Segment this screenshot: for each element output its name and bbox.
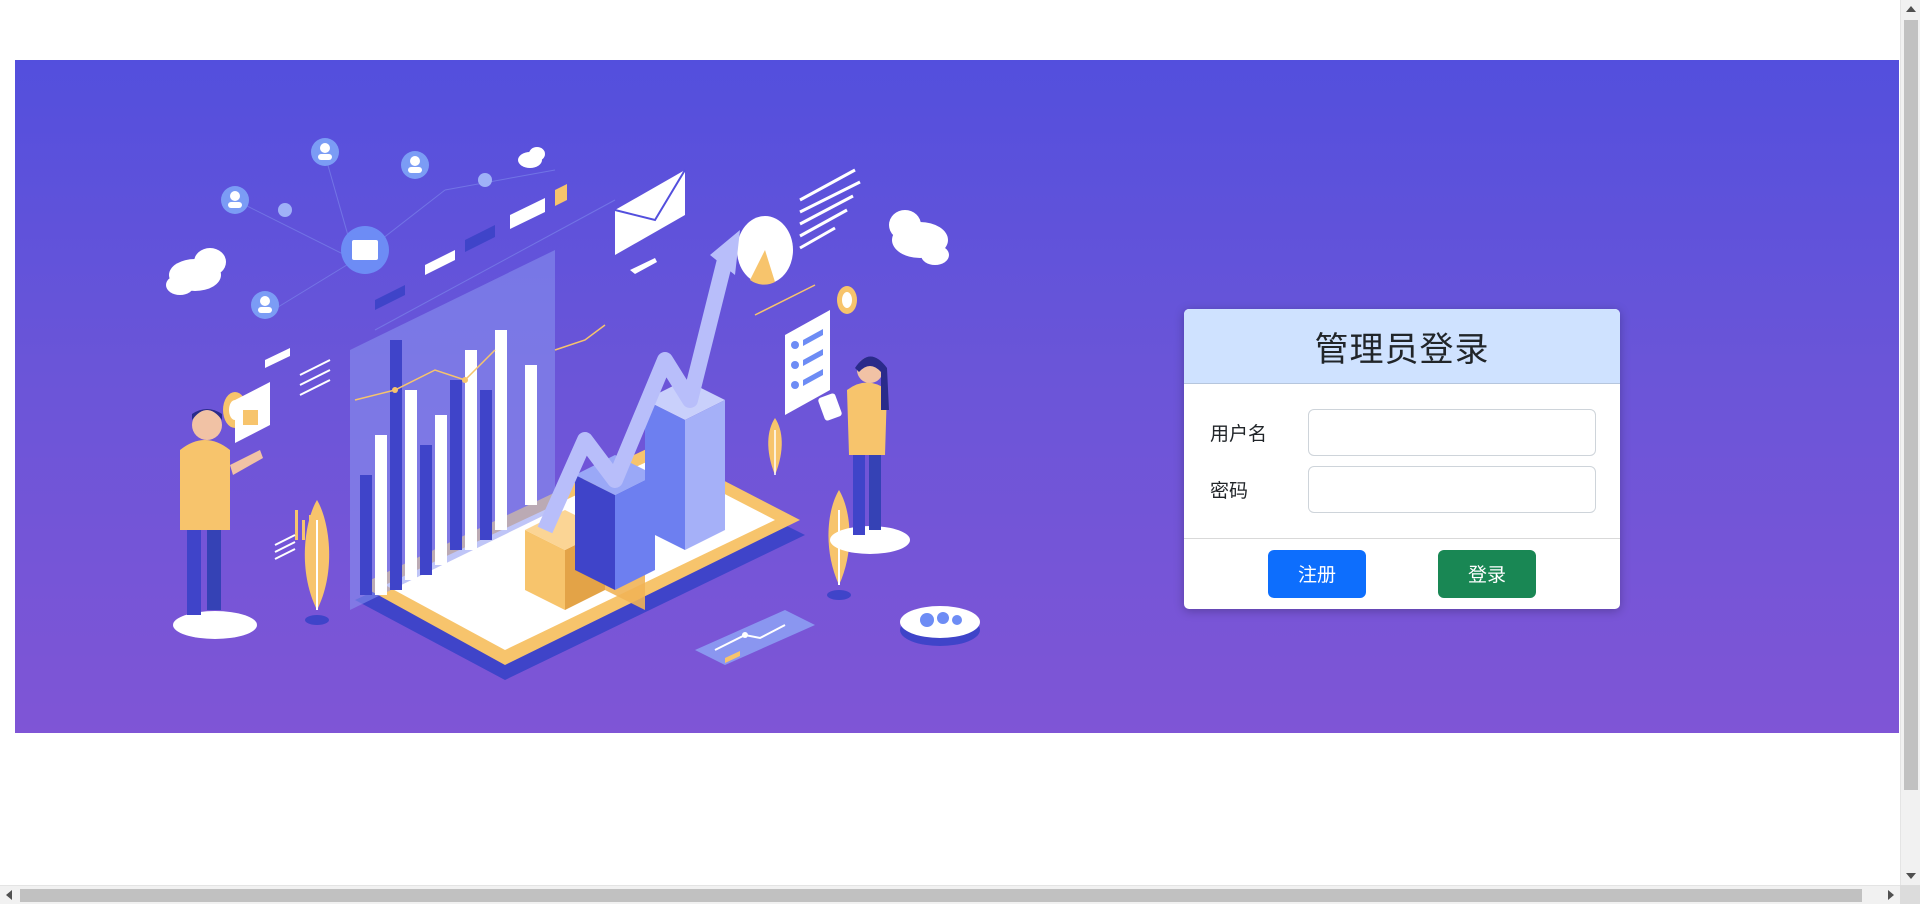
pie-chart-icon [737, 216, 793, 285]
vertical-scroll-thumb[interactable] [1904, 20, 1918, 790]
scroll-down-arrow-icon[interactable] [1906, 873, 1916, 879]
folder-icon [341, 226, 389, 274]
data-analytics-illustration [166, 138, 980, 680]
person-icon [221, 186, 249, 214]
plant-icon [304, 500, 330, 625]
login-card-footer: 注册 登录 [1184, 539, 1620, 608]
cloud-icon [166, 248, 226, 295]
password-row: 密码 [1210, 465, 1596, 513]
network-lines [234, 154, 616, 331]
gear-icon [900, 606, 980, 646]
plant-icon [768, 418, 782, 475]
username-label: 用户名 [1210, 422, 1268, 445]
login-form: 用户名 密码 [1184, 384, 1620, 539]
horizontal-scrollbar[interactable] [0, 885, 1900, 904]
cloud-icon [518, 147, 545, 168]
register-button[interactable]: 注册 [1268, 549, 1366, 598]
scrollbar-corner [1900, 885, 1920, 904]
scroll-left-arrow-icon[interactable] [6, 890, 12, 900]
login-title: 管理员登录 [1314, 329, 1490, 370]
password-input[interactable] [1308, 465, 1596, 513]
username-input[interactable] [1308, 408, 1596, 456]
person-icon [251, 291, 279, 319]
hero-banner: 管理员登录 用户名 密码 注册 登录 [15, 60, 1899, 733]
login-card: 管理员登录 用户名 密码 注册 登录 [1184, 309, 1620, 609]
login-card-header: 管理员登录 [1184, 309, 1620, 384]
cloud-icon [889, 210, 949, 265]
text-lines-decoration [799, 168, 861, 250]
mini-bars [295, 510, 312, 540]
person-icon [401, 151, 429, 179]
chart-card [235, 382, 270, 443]
man-figure [173, 409, 263, 639]
vertical-scrollbar[interactable] [1900, 0, 1920, 885]
envelope-icon [614, 169, 686, 274]
username-row: 用户名 [1210, 408, 1596, 456]
person-icon [311, 138, 339, 166]
login-button[interactable]: 登录 [1438, 549, 1536, 598]
password-label: 密码 [1210, 479, 1249, 502]
scroll-right-arrow-icon[interactable] [1888, 890, 1894, 900]
horizontal-scroll-thumb[interactable] [20, 889, 1862, 902]
scroll-up-arrow-icon[interactable] [1906, 6, 1916, 12]
timeline-card [695, 610, 815, 665]
